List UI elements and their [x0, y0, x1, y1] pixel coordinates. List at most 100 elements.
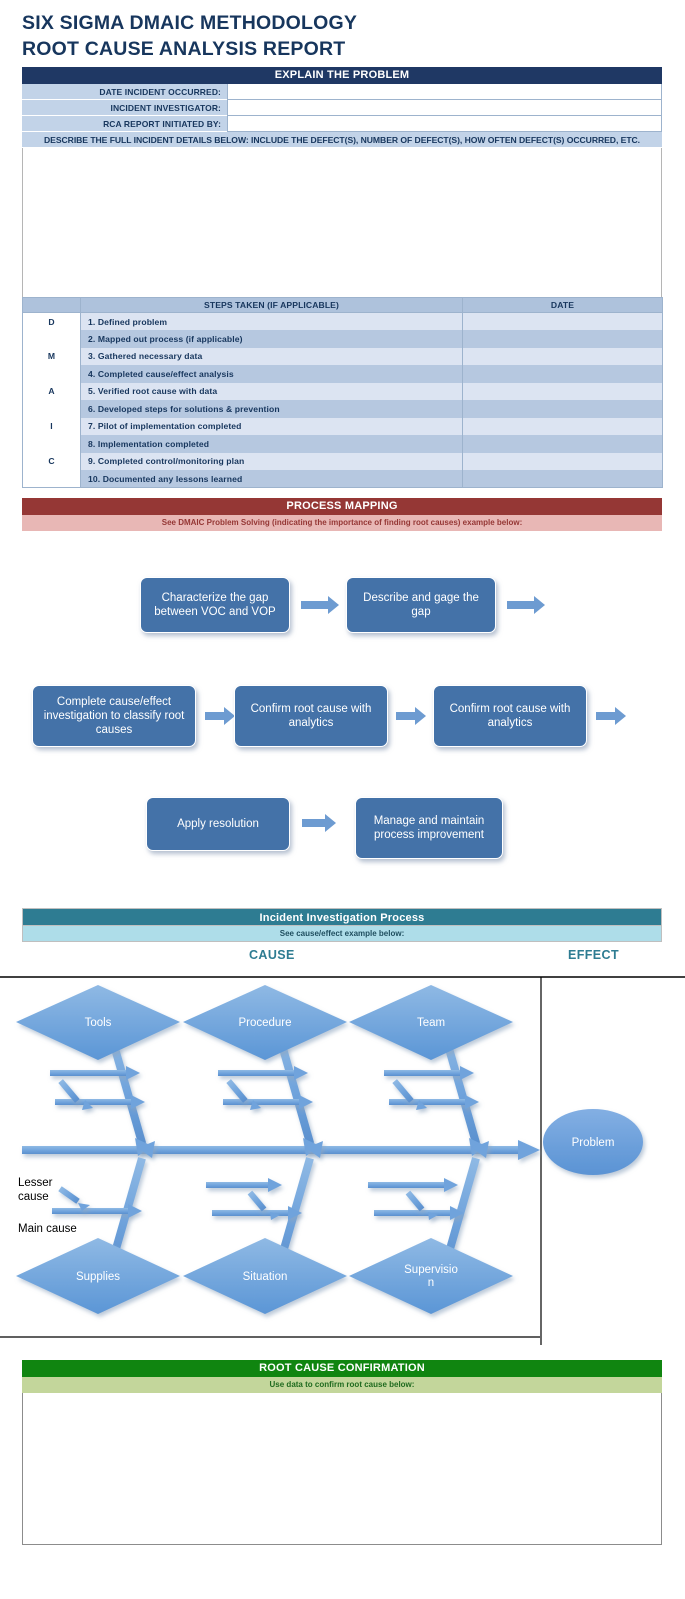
category-supervision: Supervisio n — [349, 1238, 513, 1314]
steps-col-date-header: DATE — [462, 297, 663, 313]
incident-investigation-subheader: See cause/effect example below: — [22, 926, 662, 942]
dmaic-flowchart: Characterize the gap between VOC and VOP… — [0, 545, 685, 895]
step-label: 9. Completed control/monitoring plan — [80, 452, 463, 470]
step-letter: I — [22, 417, 81, 435]
category-label-tools: Tools — [85, 1017, 112, 1029]
step-date[interactable] — [462, 330, 663, 348]
field-row-incident-investigator: INCIDENT INVESTIGATOR: — [22, 100, 662, 116]
fishbone-svg: Tools Procedure Team Supplies Situation … — [0, 976, 685, 1345]
describe-incident-details-textarea[interactable] — [22, 148, 662, 303]
flow-arrow-5-icon — [596, 707, 626, 725]
field-row-date-incident: DATE INCIDENT OCCURRED: — [22, 84, 662, 100]
category-label-supervision: Supervisio — [404, 1264, 458, 1276]
step-date[interactable] — [462, 470, 663, 488]
flow-box-manage-maintain-process-improvement[interactable]: Manage and maintain process improvement — [355, 797, 503, 859]
root-cause-confirmation-textarea[interactable] — [22, 1393, 662, 1545]
page-title: SIX SIGMA DMAIC METHODOLOGY ROOT CAUSE A… — [22, 10, 662, 62]
table-row: 2. Mapped out process (if applicable) — [22, 330, 663, 348]
annotation-lesser-cause: Lesser cause — [18, 1177, 53, 1203]
category-team: Team — [349, 985, 513, 1060]
root-cause-confirmation-subheader: Use data to confirm root cause below: — [22, 1377, 662, 1393]
steps-table-header-row: STEPS TAKEN (IF APPLICABLE) DATE — [22, 297, 663, 313]
step-date[interactable] — [462, 400, 663, 418]
category-supplies: Supplies — [16, 1238, 180, 1314]
table-row: M 3. Gathered necessary data — [22, 347, 663, 365]
category-label-team: Team — [417, 1017, 445, 1029]
root-cause-confirmation-section: ROOT CAUSE CONFIRMATION Use data to conf… — [22, 1360, 662, 1550]
step-letter: C — [22, 452, 81, 470]
label-incident-investigator: INCIDENT INVESTIGATOR: — [22, 100, 227, 116]
title-line-2: ROOT CAUSE ANALYSIS REPORT — [22, 38, 346, 60]
explain-the-problem-section: EXPLAIN THE PROBLEM DATE INCIDENT OCCURR… — [22, 67, 662, 308]
step-label: 3. Gathered necessary data — [80, 347, 463, 365]
step-letter — [22, 435, 81, 453]
effect-problem-label: Problem — [572, 1137, 615, 1149]
annotation-main-cause: Main cause — [18, 1223, 77, 1235]
incident-investigation-header: Incident Investigation Process — [22, 908, 662, 926]
field-row-rca-report-initiated-by: RCA REPORT INITIATED BY: — [22, 116, 662, 132]
fishbone-spine — [22, 1140, 540, 1160]
root-cause-confirmation-header: ROOT CAUSE CONFIRMATION — [22, 1360, 662, 1377]
table-row: 4. Completed cause/effect analysis — [22, 365, 663, 383]
flow-arrow-2-icon — [507, 596, 545, 614]
table-row: 10. Documented any lessons learned — [22, 470, 663, 488]
input-incident-investigator[interactable] — [227, 100, 662, 116]
process-mapping-section: PROCESS MAPPING See DMAIC Problem Solvin… — [22, 498, 662, 531]
step-label: 8. Implementation completed — [80, 435, 463, 453]
step-label: 2. Mapped out process (if applicable) — [80, 330, 463, 348]
table-row: I 7. Pilot of implementation completed — [22, 417, 663, 435]
table-row: 8. Implementation completed — [22, 435, 663, 453]
steps-taken-table: STEPS TAKEN (IF APPLICABLE) DATE D 1. De… — [22, 297, 663, 488]
flow-box-confirm-root-cause-analytics-1[interactable]: Confirm root cause with analytics — [234, 685, 388, 747]
step-letter: A — [22, 382, 81, 400]
category-procedure: Procedure — [183, 985, 347, 1060]
flow-box-characterize-gap[interactable]: Characterize the gap between VOC and VOP — [140, 577, 290, 633]
table-row: C 9. Completed control/monitoring plan — [22, 452, 663, 470]
category-label-supervision-wrap: n — [428, 1277, 434, 1289]
label-rca-report-initiated-by: RCA REPORT INITIATED BY: — [22, 116, 227, 132]
steps-col-step-header: STEPS TAKEN (IF APPLICABLE) — [80, 297, 463, 313]
step-label: 4. Completed cause/effect analysis — [80, 365, 463, 383]
step-letter — [22, 400, 81, 418]
category-tools: Tools — [16, 985, 180, 1060]
flow-arrow-1-icon — [301, 596, 339, 614]
step-label: 5. Verified root cause with data — [80, 382, 463, 400]
step-date[interactable] — [462, 452, 663, 470]
category-situation: Situation — [183, 1238, 347, 1314]
category-label-supplies: Supplies — [76, 1271, 120, 1283]
process-mapping-subheader: See DMAIC Problem Solving (indicating th… — [22, 515, 662, 531]
step-date[interactable] — [462, 347, 663, 365]
describe-incident-details-header: DESCRIBE THE FULL INCIDENT DETAILS BELOW… — [22, 132, 662, 148]
flow-box-apply-resolution[interactable]: Apply resolution — [146, 797, 290, 851]
category-label-procedure: Procedure — [238, 1017, 291, 1029]
subcause-arrows-supplies — [52, 1204, 142, 1218]
fishbone-diagram: Tools Procedure Team Supplies Situation … — [0, 960, 685, 1345]
step-label: 1. Defined problem — [80, 312, 463, 330]
input-date-incident-occurred[interactable] — [227, 84, 662, 100]
category-label-situation: Situation — [243, 1271, 288, 1283]
flow-box-complete-cause-effect-investigation[interactable]: Complete cause/effect investigation to c… — [32, 685, 196, 747]
step-date[interactable] — [462, 365, 663, 383]
step-date[interactable] — [462, 382, 663, 400]
step-letter: D — [22, 312, 81, 330]
flow-box-confirm-root-cause-analytics-2[interactable]: Confirm root cause with analytics — [433, 685, 587, 747]
effect-problem-node: Problem — [543, 1109, 643, 1175]
input-rca-report-initiated-by[interactable] — [227, 116, 662, 132]
flow-arrow-6-icon — [302, 814, 336, 832]
step-date[interactable] — [462, 417, 663, 435]
table-row: A 5. Verified root cause with data — [22, 382, 663, 400]
table-row: D 1. Defined problem — [22, 312, 663, 330]
step-date[interactable] — [462, 435, 663, 453]
flow-arrow-3-icon — [205, 707, 235, 725]
step-letter — [22, 470, 81, 488]
step-letter: M — [22, 347, 81, 365]
table-row: 6. Developed steps for solutions & preve… — [22, 400, 663, 418]
incident-investigation-section: Incident Investigation Process See cause… — [22, 908, 662, 942]
step-label: 6. Developed steps for solutions & preve… — [80, 400, 463, 418]
lesser-cause-arrows-top — [58, 1079, 427, 1110]
step-letter — [22, 330, 81, 348]
flow-arrow-4-icon — [396, 707, 426, 725]
step-letter — [22, 365, 81, 383]
step-date[interactable] — [462, 312, 663, 330]
flow-box-describe-gage-gap[interactable]: Describe and gage the gap — [346, 577, 496, 633]
